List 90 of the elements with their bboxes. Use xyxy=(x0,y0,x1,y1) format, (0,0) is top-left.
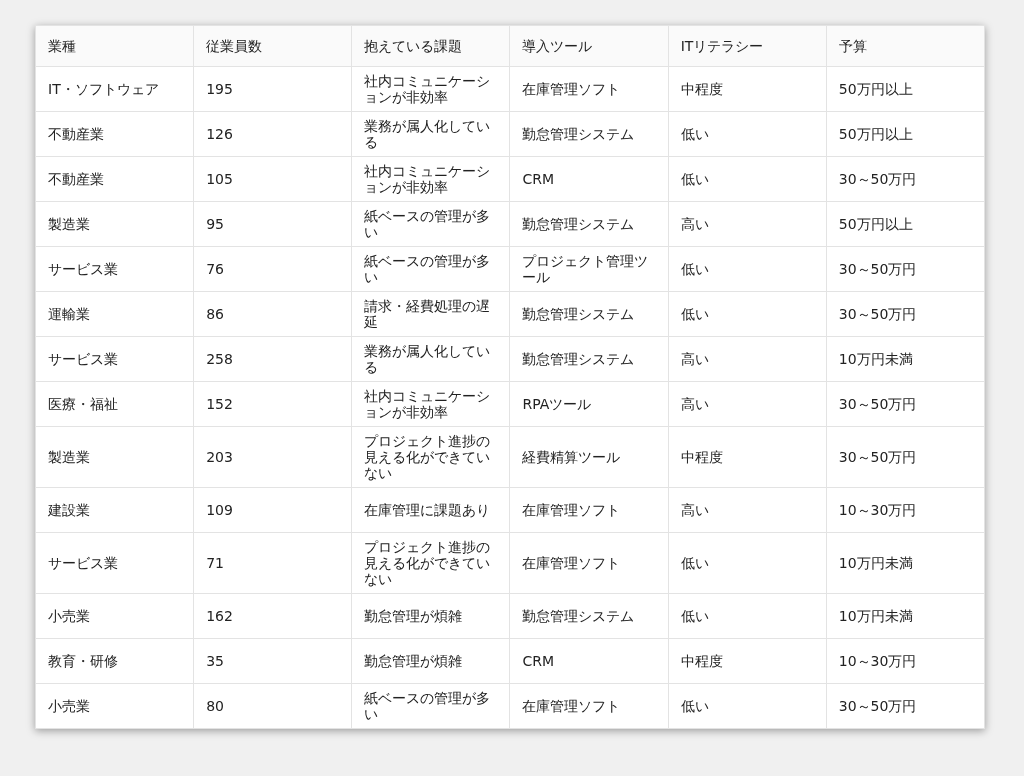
table-cell: 30～50万円 xyxy=(826,156,985,202)
table-cell: サービス業 xyxy=(35,336,194,382)
table-cell: 勤怠管理システム xyxy=(509,336,669,382)
table-cell: 95 xyxy=(193,201,352,247)
table-cell: 不動産業 xyxy=(35,111,194,157)
table-cell: 10万円未満 xyxy=(826,593,985,639)
table-cell: 203 xyxy=(193,426,352,488)
table-cell: 30～50万円 xyxy=(826,426,985,488)
table-cell: 低い xyxy=(668,532,827,594)
table-cell: 10万円未満 xyxy=(826,336,985,382)
table-cell: 社内コミュニケーションが非効率 xyxy=(351,66,510,112)
table-cell: 低い xyxy=(668,593,827,639)
table-cell: 紙ベースの管理が多い xyxy=(351,683,510,729)
table-cell: 35 xyxy=(193,638,352,684)
table-cell: CRM xyxy=(509,638,669,684)
table-cell: 高い xyxy=(668,487,827,533)
table-cell: 109 xyxy=(193,487,352,533)
table-cell: 不動産業 xyxy=(35,156,194,202)
table-cell: 10～30万円 xyxy=(826,638,985,684)
column-header: 導入ツール xyxy=(509,25,669,67)
table-cell: 50万円以上 xyxy=(826,111,985,157)
table-cell: 社内コミュニケーションが非効率 xyxy=(351,381,510,427)
table-cell: 80 xyxy=(193,683,352,729)
table-cell: 医療・福祉 xyxy=(35,381,194,427)
table-cell: 在庫管理ソフト xyxy=(509,532,669,594)
column-header: 予算 xyxy=(826,25,985,67)
table-cell: 勤怠管理が煩雑 xyxy=(351,593,510,639)
column-header: 抱えている課題 xyxy=(351,25,510,67)
table-cell: 製造業 xyxy=(35,201,194,247)
table-cell: サービス業 xyxy=(35,246,194,292)
table-cell: 258 xyxy=(193,336,352,382)
table-cell: 小売業 xyxy=(35,593,194,639)
table-cell: 社内コミュニケーションが非効率 xyxy=(351,156,510,202)
table-cell: 勤怠管理が煩雑 xyxy=(351,638,510,684)
table-cell: 勤怠管理システム xyxy=(509,201,669,247)
table-cell: 高い xyxy=(668,336,827,382)
table-cell: 高い xyxy=(668,381,827,427)
table-cell: 86 xyxy=(193,291,352,337)
table-cell: 低い xyxy=(668,246,827,292)
table-cell: 中程度 xyxy=(668,426,827,488)
table-cell: 小売業 xyxy=(35,683,194,729)
table-cell: プロジェクト進捗の見える化ができていない xyxy=(351,426,510,488)
table-cell: 紙ベースの管理が多い xyxy=(351,201,510,247)
table-cell: 30～50万円 xyxy=(826,381,985,427)
table-cell: 76 xyxy=(193,246,352,292)
table-cell: 在庫管理ソフト xyxy=(509,683,669,729)
table-cell: 低い xyxy=(668,156,827,202)
table-cell: 勤怠管理システム xyxy=(509,593,669,639)
table-cell: 勤怠管理システム xyxy=(509,111,669,157)
table-cell: 30～50万円 xyxy=(826,291,985,337)
table-cell: 126 xyxy=(193,111,352,157)
table-cell: 在庫管理ソフト xyxy=(509,487,669,533)
table-cell: 業務が属人化している xyxy=(351,336,510,382)
table-cell: 経費精算ツール xyxy=(509,426,669,488)
table-cell: 勤怠管理システム xyxy=(509,291,669,337)
table-cell: 中程度 xyxy=(668,638,827,684)
table-cell: 10万円未満 xyxy=(826,532,985,594)
table-cell: 紙ベースの管理が多い xyxy=(351,246,510,292)
table-cell: 請求・経費処理の遅延 xyxy=(351,291,510,337)
table-cell: 50万円以上 xyxy=(826,201,985,247)
table-cell: 製造業 xyxy=(35,426,194,488)
column-header: ITリテラシー xyxy=(668,25,827,67)
table-cell: 105 xyxy=(193,156,352,202)
column-header: 従業員数 xyxy=(193,25,352,67)
table-cell: 低い xyxy=(668,111,827,157)
table-cell: 30～50万円 xyxy=(826,683,985,729)
table-cell: 教育・研修 xyxy=(35,638,194,684)
column-header: 業種 xyxy=(35,25,194,67)
table-cell: 運輸業 xyxy=(35,291,194,337)
table-cell: サービス業 xyxy=(35,532,194,594)
table-cell: 中程度 xyxy=(668,66,827,112)
table-cell: 在庫管理に課題あり xyxy=(351,487,510,533)
table-cell: 195 xyxy=(193,66,352,112)
table-cell: プロジェクト管理ツール xyxy=(509,246,669,292)
table-cell: 業務が属人化している xyxy=(351,111,510,157)
table-cell: CRM xyxy=(509,156,669,202)
table-cell: プロジェクト進捗の見える化ができていない xyxy=(351,532,510,594)
table-cell: 在庫管理ソフト xyxy=(509,66,669,112)
table-cell: IT・ソフトウェア xyxy=(35,66,194,112)
table-cell: 30～50万円 xyxy=(826,246,985,292)
table-cell: 71 xyxy=(193,532,352,594)
table-cell: RPAツール xyxy=(509,381,669,427)
table-cell: 50万円以上 xyxy=(826,66,985,112)
table-cell: 162 xyxy=(193,593,352,639)
table-cell: 低い xyxy=(668,291,827,337)
table-cell: 低い xyxy=(668,683,827,729)
table-cell: 152 xyxy=(193,381,352,427)
table-cell: 建設業 xyxy=(35,487,194,533)
table-cell: 10～30万円 xyxy=(826,487,985,533)
table-cell: 高い xyxy=(668,201,827,247)
